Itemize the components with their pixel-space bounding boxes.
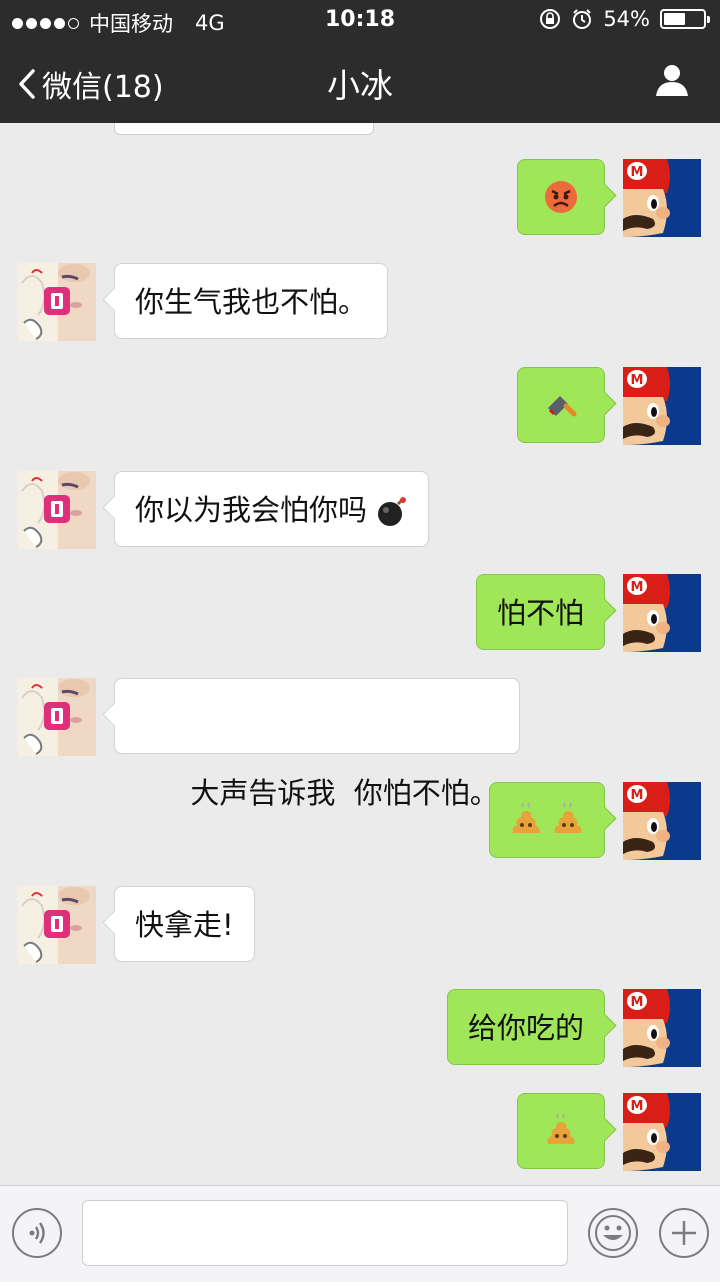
outgoing-bubble[interactable] [517,1093,605,1169]
person-icon [656,65,688,96]
bomb-emoji-icon [378,497,407,526]
message-text: 怕不怕 [496,596,584,630]
cleaver-knife-emoji-icon [548,396,577,417]
battery-icon [660,9,710,29]
voice-icon [29,1222,45,1244]
contact-avatar[interactable] [18,471,96,549]
status-right: 54% [539,7,710,31]
incoming-bubble[interactable]: 你生气我也不怕。 [114,263,389,339]
message-row [0,1093,720,1171]
incoming-bubble[interactable]: 大声告诉我 你怕不怕。 [114,678,520,810]
my-avatar[interactable] [623,574,701,652]
poop-emoji-icon [554,803,582,833]
message-text: 你以为我会怕你吗 [135,493,368,527]
previous-message-bubble [114,123,374,135]
message-row: 怕不怕 [0,574,720,652]
chat-info-button[interactable] [654,62,690,102]
battery-level [664,13,685,25]
outgoing-bubble[interactable]: 怕不怕 [475,574,605,650]
emoji-button[interactable] [588,1208,638,1258]
smiley-icon [595,1215,631,1251]
contact-avatar[interactable] [18,263,96,341]
angry-face-emoji-icon [545,181,577,213]
message-row: 你以为我会怕你吗 [0,471,720,549]
message-row [0,367,720,445]
message-row [0,782,720,860]
message-input[interactable] [82,1200,568,1266]
battery-percent: 54% [603,7,650,31]
outgoing-bubble[interactable] [489,782,605,858]
rotation-lock-icon [540,9,561,29]
message-row: 你生气我也不怕。 [0,263,720,341]
contact-avatar[interactable] [18,678,96,756]
nav-bar: 微信(18) 小冰 [0,40,720,123]
plus-icon [672,1221,696,1245]
contact-avatar[interactable] [18,886,96,964]
outgoing-bubble[interactable] [517,367,605,443]
outgoing-bubble[interactable] [517,159,605,235]
alarm-icon [573,9,592,29]
message-row: 大声告诉我 你怕不怕。 [0,678,720,810]
my-avatar[interactable] [623,367,701,445]
more-button[interactable] [659,1208,709,1258]
message-text: 给你吃的 [467,1011,584,1045]
message-list[interactable]: 你生气我也不怕。 你以为我会怕你吗 怕不怕 大声告诉我 你怕不怕。 快拿走! 给… [0,123,720,1185]
poop-emoji-icon [547,1114,575,1144]
chat-title: 小冰 [327,66,393,105]
message-text: 你生气我也不怕。 [135,285,368,319]
voice-button[interactable] [12,1208,62,1258]
incoming-bubble[interactable]: 你以为我会怕你吗 [114,471,430,547]
message-row: 给你吃的 [0,989,720,1067]
message-row: 快拿走! [0,886,720,964]
message-text: 快拿走! [135,908,234,942]
incoming-bubble[interactable]: 快拿走! [114,886,255,962]
status-bar: 中国移动 4G 10:18 54% [0,0,720,40]
my-avatar[interactable] [623,989,701,1067]
my-avatar[interactable] [623,782,701,860]
poop-emoji-icon [512,803,540,833]
outgoing-bubble[interactable]: 给你吃的 [446,989,605,1065]
input-toolbar [0,1185,720,1282]
my-avatar[interactable] [623,1093,701,1171]
my-avatar[interactable] [623,159,701,237]
message-row [0,159,720,237]
